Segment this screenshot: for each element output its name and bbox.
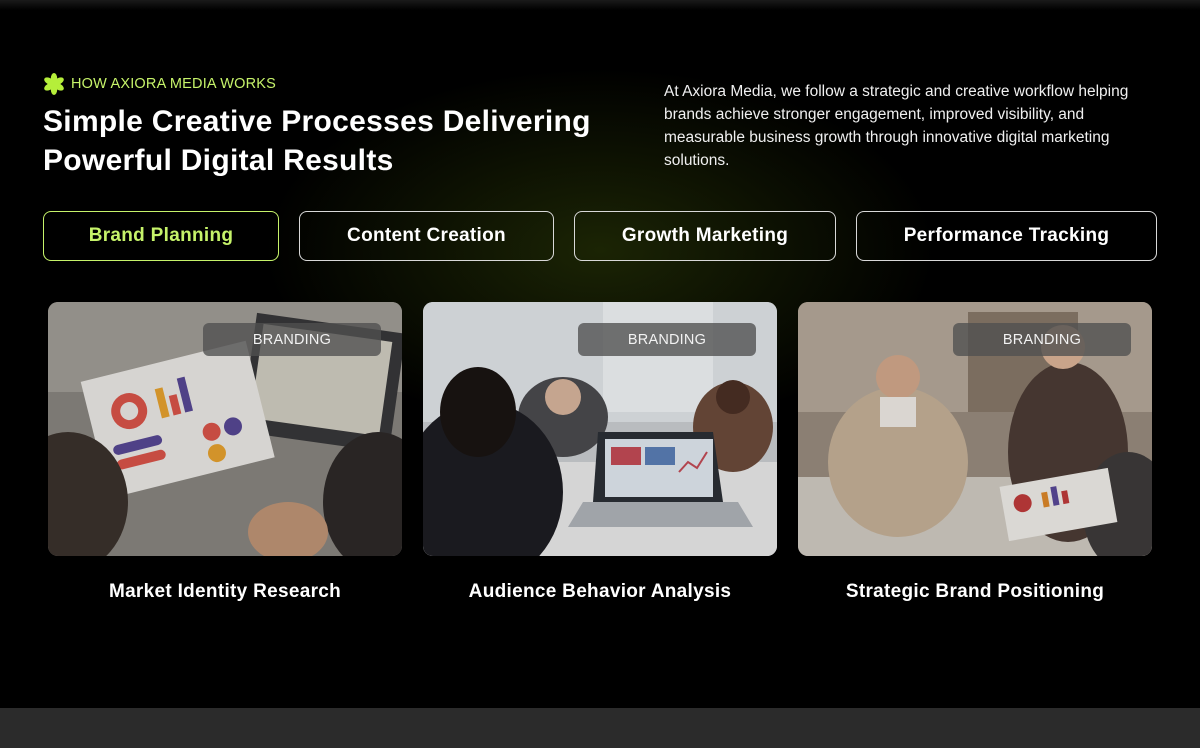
tab-content-creation[interactable]: Content Creation (299, 211, 554, 261)
section-headline: Simple Creative Processes Delivering Pow… (43, 102, 623, 180)
tab-growth-marketing[interactable]: Growth Marketing (574, 211, 836, 261)
process-card[interactable]: BRANDING Strategic Brand Positioning (798, 302, 1152, 603)
card-title: Audience Behavior Analysis (468, 581, 732, 602)
process-section: HOW AXIORA MEDIA WORKS Simple Creative P… (0, 0, 1200, 748)
section-eyebrow: HOW AXIORA MEDIA WORKS (43, 73, 276, 95)
headline-line-1: Simple Creative Processes Delivering (43, 105, 591, 138)
card-image: BRANDING (48, 302, 402, 556)
top-edge (0, 0, 1200, 10)
section-intro: At Axiora Media, we follow a strategic a… (664, 83, 1129, 169)
card-title: Strategic Brand Positioning (845, 581, 1105, 602)
card-image: BRANDING (798, 302, 1152, 556)
tab-brand-planning[interactable]: Brand Planning (43, 211, 279, 261)
headline-line-2: Powerful Digital Results (43, 144, 394, 177)
card-badge: BRANDING (578, 323, 756, 356)
tab-performance-tracking[interactable]: Performance Tracking (856, 211, 1157, 261)
card-badge: BRANDING (953, 323, 1131, 356)
asterisk-flower-icon (44, 73, 64, 95)
card-title: Market Identity Research (108, 581, 342, 602)
eyebrow-text: HOW AXIORA MEDIA WORKS (71, 76, 277, 92)
card-image: BRANDING (423, 302, 777, 556)
process-card[interactable]: BRANDING Audience Behavior Analysis (423, 302, 777, 603)
card-badge: BRANDING (203, 323, 381, 356)
footer-strip (0, 708, 1200, 748)
process-card[interactable]: BRANDING Market Identity Research (48, 302, 402, 603)
